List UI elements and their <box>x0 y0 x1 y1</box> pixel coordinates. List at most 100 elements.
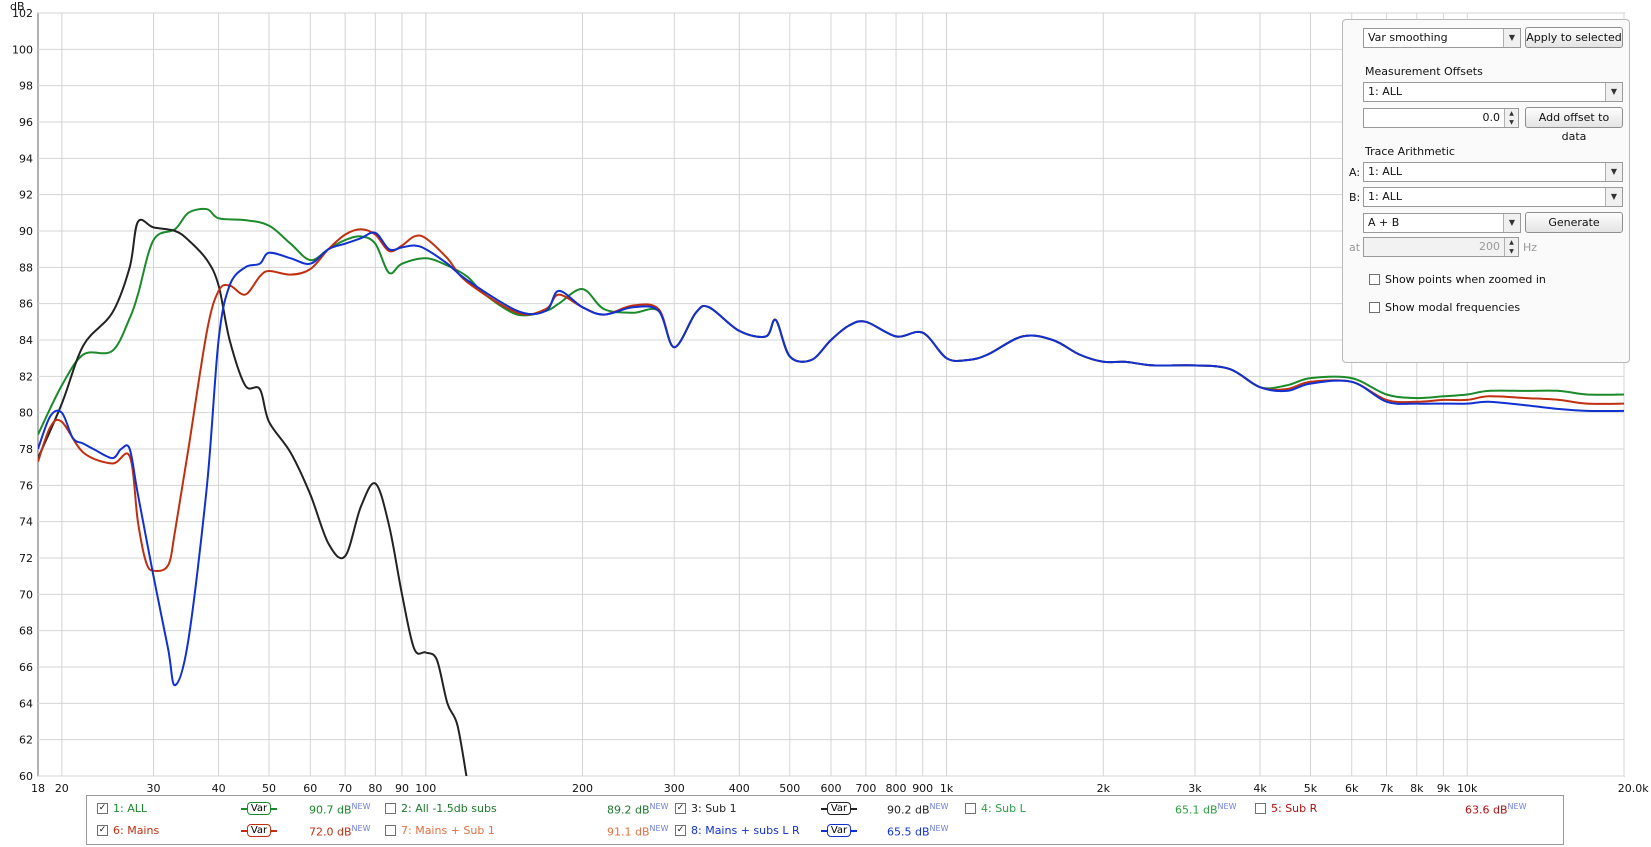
legend-level: 90.2 dBNEW <box>887 802 948 817</box>
trace-a-value: 1: ALL <box>1368 165 1402 178</box>
legend-level: 90.7 dBNEW <box>309 802 370 817</box>
new-tag: NEW <box>1217 802 1237 811</box>
y-tick-label: 64 <box>19 697 33 710</box>
x-tick-label: 40 <box>212 782 226 795</box>
trace-b-select[interactable]: 1: ALL ▼ <box>1363 187 1623 207</box>
smoothing-badge[interactable]: Var <box>247 824 271 837</box>
measurement-legend: ✓ 1: ALL Var 90.7 dBNEW 2: All -1.5db subs 89… <box>86 795 1564 845</box>
legend-checkbox[interactable]: ✓ <box>97 825 108 836</box>
x-tick-label: 600 <box>821 782 842 795</box>
x-tick-label: 5k <box>1304 782 1318 795</box>
x-tick-label: 9k <box>1437 782 1451 795</box>
legend-checkbox[interactable] <box>1255 803 1266 814</box>
x-tick-label: 500 <box>779 782 800 795</box>
y-tick-label: 92 <box>19 189 33 202</box>
new-tag: NEW <box>351 802 371 811</box>
x-tick-label: 200 <box>572 782 593 795</box>
smoothing-badge[interactable]: Var <box>247 802 271 815</box>
legend-item-name[interactable]: 6: Mains <box>113 824 159 837</box>
x-tick-label: 900 <box>912 782 933 795</box>
x-tick-label: 700 <box>855 782 876 795</box>
smoothing-select[interactable]: Var smoothing ▼ <box>1363 28 1521 48</box>
x-tick-label: 4k <box>1253 782 1267 795</box>
x-tick-label: 20.0k Hz <box>1618 782 1651 795</box>
legend-item-name[interactable]: 8: Mains + subs L R <box>691 824 800 837</box>
level-value: 90.2 dB <box>887 803 930 817</box>
y-tick-label: 76 <box>19 479 33 492</box>
trace-a-select[interactable]: 1: ALL ▼ <box>1363 162 1623 182</box>
smoothing-badge[interactable]: Var <box>827 824 851 837</box>
at-label: at <box>1349 241 1361 254</box>
add-offset-button[interactable]: Add offset to data <box>1525 107 1623 143</box>
y-tick-label: 74 <box>19 516 33 529</box>
legend-checkbox[interactable]: ✓ <box>675 825 686 836</box>
legend-checkbox[interactable]: ✓ <box>675 803 686 814</box>
legend-checkbox[interactable]: ✓ <box>97 803 108 814</box>
legend-level: 65.1 dBNEW <box>1175 802 1236 817</box>
level-value: 89.2 dB <box>607 803 650 817</box>
y-tick-label: 72 <box>19 552 33 565</box>
x-tick-label: 6k <box>1345 782 1359 795</box>
legend-item-name[interactable]: 2: All -1.5db subs <box>401 802 497 815</box>
spinner-icon[interactable]: ▲ ▼ <box>1504 238 1518 256</box>
x-tick-label: 30 <box>147 782 161 795</box>
offset-measurement-value: 1: ALL <box>1368 85 1402 98</box>
show-modal-checkbox[interactable] <box>1369 302 1380 313</box>
x-tick-label: 10k <box>1457 782 1478 795</box>
y-tick-label: 66 <box>19 661 33 674</box>
level-value: 65.1 dB <box>1175 803 1218 817</box>
generate-button[interactable]: Generate <box>1525 212 1623 233</box>
chevron-down-icon: ▼ <box>1605 163 1622 181</box>
new-tag: NEW <box>649 824 669 833</box>
x-tick-label: 3k <box>1188 782 1202 795</box>
x-tick-label: 80 <box>368 782 382 795</box>
offset-value: 0.0 <box>1482 111 1501 124</box>
x-tick-label: 8k <box>1410 782 1424 795</box>
trace-arithmetic-title: Trace Arithmetic <box>1365 145 1455 158</box>
y-tick-label: 62 <box>19 734 33 747</box>
x-tick-label: 60 <box>303 782 317 795</box>
legend-checkbox[interactable] <box>965 803 976 814</box>
frequency-input[interactable]: 200 ▲ ▼ <box>1363 237 1519 257</box>
legend-item-name[interactable]: 3: Sub 1 <box>691 802 737 815</box>
y-tick-label: 78 <box>19 443 33 456</box>
smoothing-badge[interactable]: Var <box>827 802 851 815</box>
legend-item-name[interactable]: 5: Sub R <box>1271 802 1317 815</box>
y-tick-label: 82 <box>19 370 33 383</box>
x-tick-label: 300 <box>664 782 685 795</box>
level-value: 72.0 dB <box>309 825 352 839</box>
new-tag: NEW <box>929 802 949 811</box>
b-label: B: <box>1349 191 1361 204</box>
operation-value: A + B <box>1368 216 1400 229</box>
x-tick-label: 1k <box>940 782 954 795</box>
spinner-icon[interactable]: ▲ ▼ <box>1504 109 1518 127</box>
hz-label: Hz <box>1523 241 1538 254</box>
y-tick-label: 90 <box>19 225 33 238</box>
offset-value-input[interactable]: 0.0 ▲ ▼ <box>1363 108 1519 128</box>
a-label: A: <box>1349 166 1361 179</box>
new-tag: NEW <box>351 824 371 833</box>
offset-measurement-select[interactable]: 1: ALL ▼ <box>1363 82 1623 102</box>
legend-level: 65.5 dBNEW <box>887 824 948 839</box>
x-tick-label: 50 <box>262 782 276 795</box>
y-tick-label: 100 <box>12 43 33 56</box>
x-tick-label: 100 <box>415 782 436 795</box>
legend-checkbox[interactable] <box>385 803 396 814</box>
x-tick-label: 90 <box>395 782 409 795</box>
new-tag: NEW <box>929 824 949 833</box>
legend-item-name[interactable]: 7: Mains + Sub 1 <box>401 824 495 837</box>
x-tick-label: 400 <box>729 782 750 795</box>
y-tick-label: 88 <box>19 261 33 274</box>
operation-select[interactable]: A + B ▼ <box>1363 213 1521 233</box>
show-points-checkbox[interactable] <box>1369 274 1380 285</box>
legend-checkbox[interactable] <box>385 825 396 836</box>
x-tick-label: 7k <box>1380 782 1394 795</box>
legend-item-name[interactable]: 1: ALL <box>113 802 147 815</box>
apply-to-selected-button[interactable]: Apply to selected <box>1525 27 1623 48</box>
show-modal-label: Show modal frequencies <box>1385 301 1521 314</box>
x-tick-label: 20 <box>55 782 69 795</box>
legend-level: 72.0 dBNEW <box>309 824 370 839</box>
legend-level: 63.6 dBNEW <box>1465 802 1526 817</box>
legend-item-name[interactable]: 4: Sub L <box>981 802 1026 815</box>
level-value: 90.7 dB <box>309 803 352 817</box>
